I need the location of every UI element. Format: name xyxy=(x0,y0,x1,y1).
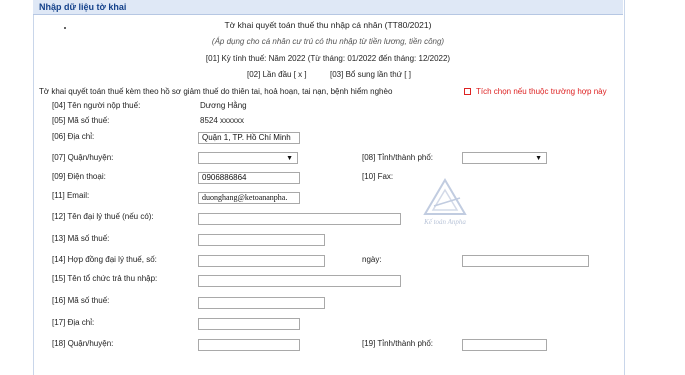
fax-label: [10] Fax: xyxy=(362,172,394,181)
phone-label: [09] Điện thoại: xyxy=(52,172,106,181)
reduction-checkbox-label: Tích chọn nếu thuộc trường hợp này xyxy=(476,87,607,96)
payer-district-label: [18] Quận/huyện: xyxy=(52,339,114,348)
payer-tax-code-label: [16] Mã số thuế: xyxy=(52,296,110,305)
agent-tax-code-field[interactable] xyxy=(198,234,325,246)
tax-code-label: [05] Mã số thuế: xyxy=(52,116,110,125)
province-select[interactable]: ▼ xyxy=(462,152,547,164)
agent-name-label: [12] Tên đại lý thuế (nếu có): xyxy=(52,212,154,221)
payer-name-field[interactable] xyxy=(198,275,401,287)
email-label: [11] Email: xyxy=(52,191,90,200)
payer-address-label: [17] Địa chỉ: xyxy=(52,318,95,327)
payer-district-field[interactable] xyxy=(198,339,300,351)
taxpayer-name-value: Dương Hằng xyxy=(200,101,247,110)
svg-text:Kế toán Anpha: Kế toán Anpha xyxy=(423,218,466,226)
reduction-checkbox[interactable] xyxy=(464,88,471,95)
agent-name-field[interactable] xyxy=(198,213,401,225)
tax-code-value: 8524 xxxxxx xyxy=(200,116,245,125)
payer-address-field[interactable] xyxy=(198,318,300,330)
reduction-note: Tờ khai quyết toán thuế kèm theo hồ sơ g… xyxy=(39,87,393,96)
email-field[interactable]: duonghang@ketoananpha. xyxy=(198,192,300,204)
district-label: [07] Quận/huyện: xyxy=(52,153,114,162)
agent-contract-label: [14] Hợp đồng đại lý thuế, số: xyxy=(52,255,157,264)
taxpayer-name-label: [04] Tên người nộp thuế: xyxy=(52,101,141,110)
anpha-watermark: Kế toán Anpha xyxy=(420,176,470,226)
supplement-flag: [03] Bổ sung lần thứ [ ] xyxy=(330,70,411,79)
agent-tax-code-label: [13] Mã số thuế: xyxy=(52,234,110,243)
district-select[interactable]: ▼ xyxy=(198,152,298,164)
address-label: [06] Địa chỉ: xyxy=(52,132,95,141)
tax-period: [01] Kỳ tính thuế: Năm 2022 (Từ tháng: 0… xyxy=(205,54,451,63)
payer-province-field[interactable] xyxy=(462,339,547,351)
province-label: [08] Tỉnh/thành phố: xyxy=(362,153,434,162)
chevron-down-icon: ▼ xyxy=(535,155,542,162)
form-title: Tờ khai quyết toán thuế thu nhập cá nhân… xyxy=(224,20,432,30)
panel-title: Nhập dữ liệu tờ khai xyxy=(39,2,127,12)
first-time-flag: [02] Lần đầu [ x ] xyxy=(247,70,307,79)
payer-province-label: [19] Tỉnh/thành phố: xyxy=(362,339,434,348)
payer-tax-code-field[interactable] xyxy=(198,297,325,309)
address-field[interactable]: Quận 1, TP. Hồ Chí Minh xyxy=(198,132,300,144)
form-subtitle: (Áp dụng cho cá nhân cư trú có thu nhập … xyxy=(211,37,445,46)
panel-header: Nhập dữ liệu tờ khai xyxy=(33,0,623,15)
contract-date-label: ngày: xyxy=(362,255,382,264)
chevron-down-icon: ▼ xyxy=(286,155,293,162)
payer-name-label: [15] Tên tổ chức trả thu nhập: xyxy=(52,274,158,283)
agent-contract-field[interactable] xyxy=(198,255,325,267)
phone-field[interactable]: 0906886864 xyxy=(198,172,300,184)
contract-date-field[interactable] xyxy=(462,255,589,267)
anpha-logo-icon: Kế toán Anpha xyxy=(423,178,467,226)
